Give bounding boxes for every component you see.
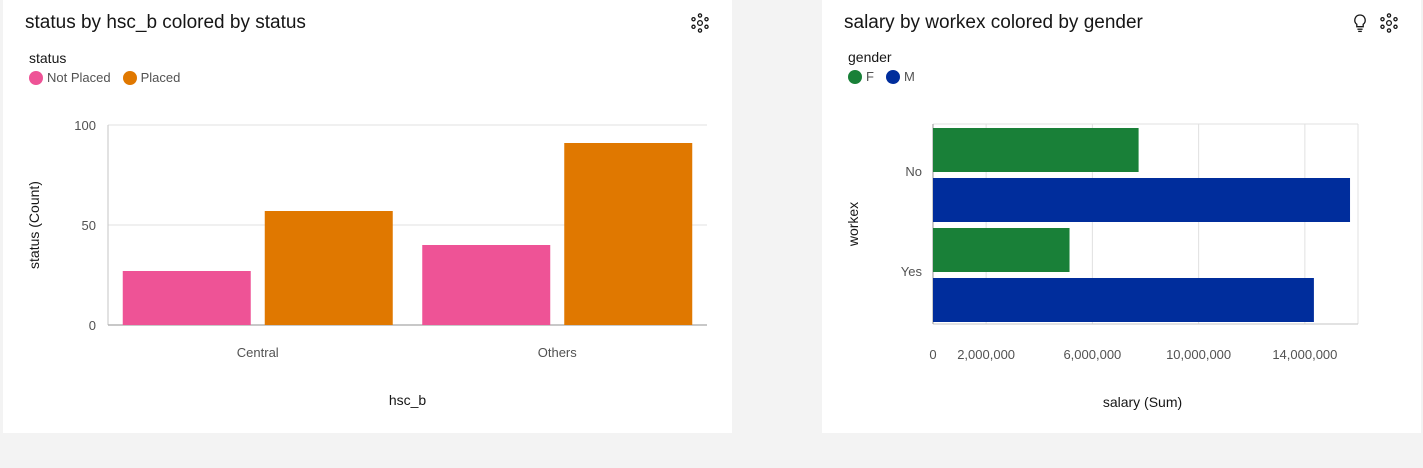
x-axis-title: salary (Sum) — [1103, 394, 1182, 410]
y-tick-label: 50 — [82, 218, 96, 233]
x-axis-title: hsc_b — [389, 392, 427, 408]
x-tick-label: 6,000,000 — [1063, 347, 1121, 362]
y-tick-label: No — [905, 164, 922, 179]
bar-chart-salary: 0 2,000,000 6,000,000 10,000,000 14,000,000 N… — [845, 123, 1359, 410]
bar-m — [933, 278, 1314, 322]
y-axis-title: status (Count) — [26, 181, 42, 269]
chart-card-salary: salary by workex colored by gender gende… — [822, 0, 1421, 433]
chart-card-status: status by hsc_b colored by status status… — [3, 0, 732, 433]
y-tick-label: Yes — [901, 264, 923, 279]
x-tick-label: Others — [538, 345, 578, 360]
x-tick-label: 0 — [929, 347, 936, 362]
x-tick-label: Central — [237, 345, 279, 360]
bar-m — [933, 178, 1351, 222]
y-axis-title: workex — [845, 202, 861, 247]
x-tick-label: 2,000,000 — [957, 347, 1015, 362]
bar-not-placed — [422, 245, 551, 325]
bar-placed — [264, 211, 393, 325]
y-tick-label: 100 — [74, 118, 96, 133]
bar-f — [933, 128, 1139, 172]
y-tick-label: 0 — [89, 318, 96, 333]
bar-not-placed — [122, 271, 251, 325]
bar-chart-status: 0 50 100 Central Others hsc_b status (Count) — [26, 118, 707, 408]
bar-f — [933, 228, 1070, 272]
x-tick-label: 14,000,000 — [1272, 347, 1337, 362]
x-tick-label: 10,000,000 — [1166, 347, 1231, 362]
bar-placed — [564, 143, 693, 325]
